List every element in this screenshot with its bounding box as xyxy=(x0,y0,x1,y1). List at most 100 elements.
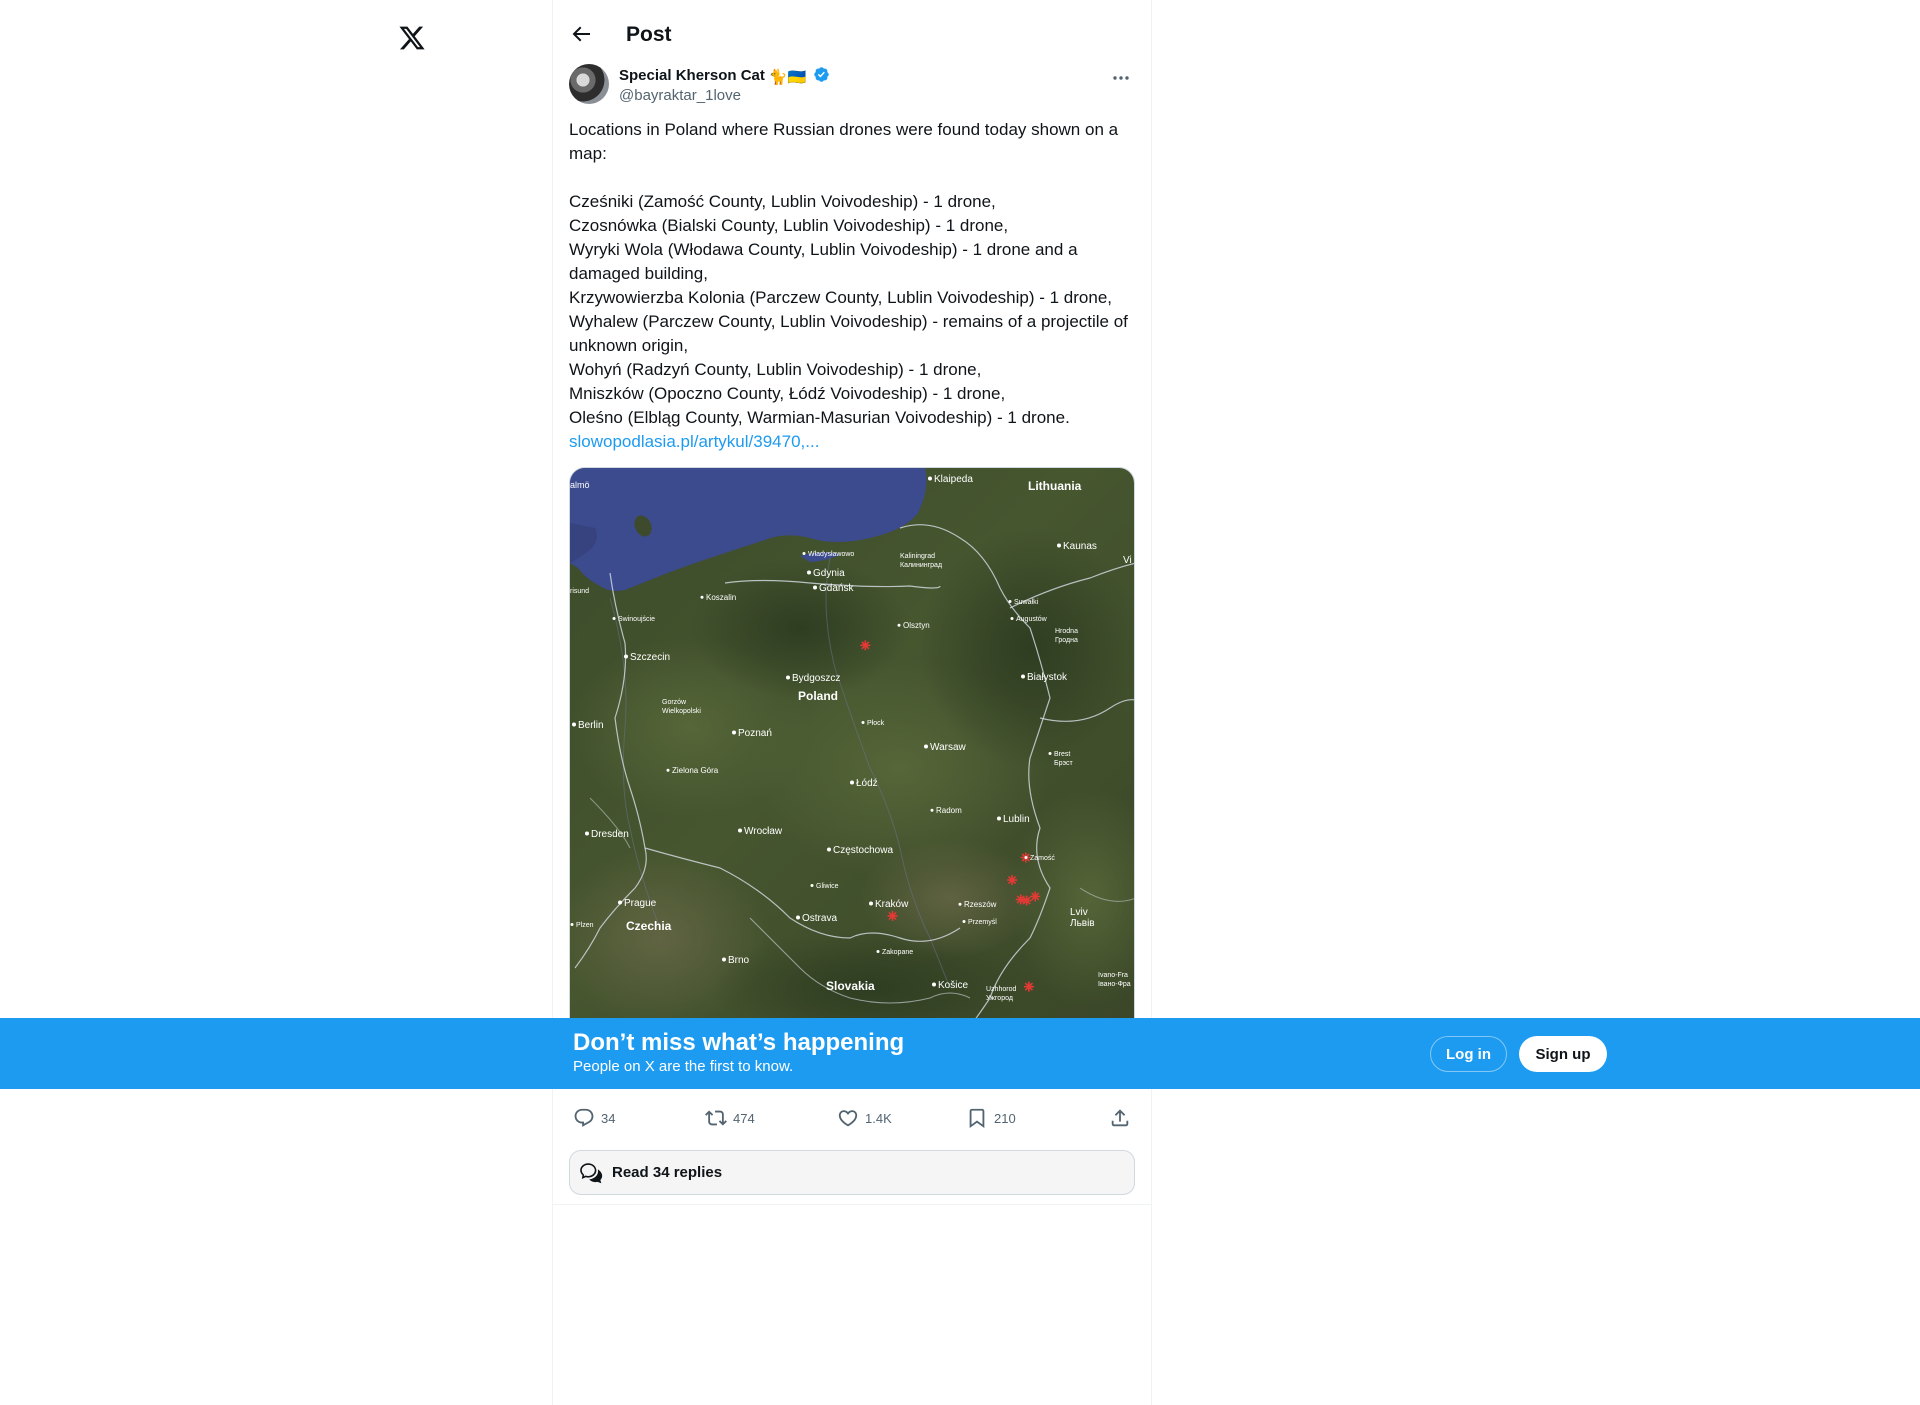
author-block: Special Kherson Cat 🐈🇺🇦 @bayraktar_1love xyxy=(569,64,1135,108)
map-label-gdansk: Gdańsk xyxy=(819,583,854,594)
map-label-klaipeda: Klaipeda xyxy=(934,474,973,485)
map-label-lithuania: Lithuania xyxy=(1028,479,1082,493)
map-label-warsaw: Warsaw xyxy=(930,742,967,753)
city-dot xyxy=(722,957,726,962)
map-label-kosice: Košice xyxy=(938,980,968,991)
city-dot xyxy=(876,950,880,954)
satellite-map: almö Klaipeda Lithuania Kaunas Vi Władysławow… xyxy=(570,468,1134,1036)
city-dot xyxy=(618,900,622,905)
author-name-emoji: 🐈🇺🇦 xyxy=(768,69,807,86)
map-label-przemysl: Przemyśl xyxy=(968,919,997,926)
drone-marker-wyhalew xyxy=(1021,895,1032,906)
bookmark-button[interactable]: 210 xyxy=(966,1103,1016,1133)
map-label-lublin: Lublin xyxy=(1003,814,1030,825)
drone-marker-wyryki xyxy=(1030,891,1041,902)
city-dot xyxy=(928,476,932,481)
city-dot xyxy=(570,923,574,927)
city-dot xyxy=(962,920,966,924)
map-label-krakow: Kraków xyxy=(875,899,909,910)
city-dot xyxy=(813,585,817,590)
map-label-trelleborg: risund xyxy=(570,588,589,595)
divider xyxy=(553,1204,1151,1205)
city-dot xyxy=(924,744,928,749)
read-replies-button[interactable]: Read 34 replies xyxy=(569,1150,1135,1195)
map-label-zakopane: Zakopane xyxy=(882,949,913,956)
map-label-uzhhorod_ua: Ужгород xyxy=(986,995,1013,1002)
map-label-gdynia: Gdynia xyxy=(813,568,845,579)
repost-count: 474 xyxy=(733,1110,755,1126)
map-label-brest: Brest xyxy=(1054,751,1070,758)
map-label-plock: Płock xyxy=(867,720,885,727)
like-count: 1.4K xyxy=(865,1110,892,1126)
city-dot xyxy=(997,816,1001,821)
map-label-olsztyn: Olsztyn xyxy=(903,621,930,630)
repost-icon xyxy=(705,1110,727,1126)
reply-button[interactable]: 34 xyxy=(573,1103,615,1133)
city-dot xyxy=(1010,617,1014,621)
map-label-radom: Radom xyxy=(936,806,962,815)
tweet-media-map[interactable]: almö Klaipeda Lithuania Kaunas Vi Władysławow… xyxy=(569,467,1135,1037)
bookmark-count: 210 xyxy=(994,1110,1016,1126)
map-label-kaliningrad_ru: Калининград xyxy=(900,562,942,569)
city-dot xyxy=(796,915,800,920)
city-dot xyxy=(1021,674,1025,679)
tweet-actions: 34 474 1.4K 210 xyxy=(569,1103,1135,1133)
x-logo-icon[interactable] xyxy=(398,24,426,52)
login-banner: Don’t miss what’s happening People on X … xyxy=(0,1018,1920,1089)
page: Post Special Kherson Cat 🐈🇺🇦 @bayraktar_1… xyxy=(0,0,1920,1405)
reply-icon xyxy=(574,1108,594,1127)
repost-button[interactable]: 474 xyxy=(705,1103,755,1133)
reply-count: 34 xyxy=(601,1110,616,1126)
avatar[interactable] xyxy=(569,64,609,104)
map-label-brno: Brno xyxy=(728,955,750,966)
share-button[interactable] xyxy=(1109,1103,1131,1133)
map-label-bialystok: Białystok xyxy=(1027,672,1068,683)
map-label-zamosc: Zamość xyxy=(1030,855,1055,862)
city-dot xyxy=(1057,543,1061,548)
like-button[interactable]: 1.4K xyxy=(837,1103,892,1133)
city-dot xyxy=(869,901,873,906)
map-label-lviv_ua: Львів xyxy=(1070,918,1095,929)
city-dot xyxy=(958,902,962,906)
city-dot xyxy=(810,884,814,888)
map-label-kaliningrad: Kaliningrad xyxy=(900,553,935,560)
city-dot xyxy=(786,675,790,680)
map-label-gliwice: Gliwice xyxy=(816,883,839,890)
map-label-gorzow: Gorzów xyxy=(662,699,687,706)
map-label-wroclaw: Wrocław xyxy=(744,826,783,837)
city-dot xyxy=(897,623,901,627)
drone-marker-oleśno xyxy=(860,640,871,651)
back-arrow-icon[interactable] xyxy=(569,22,593,46)
city-dot xyxy=(1008,600,1012,604)
map-label-ivano_ua: Івано-Фра xyxy=(1098,981,1131,988)
drone-marker-wohyń xyxy=(1007,875,1018,886)
city-dot xyxy=(585,831,589,836)
signup-button[interactable]: Sign up xyxy=(1519,1036,1607,1072)
city-dot xyxy=(700,595,704,599)
post-column: Post Special Kherson Cat 🐈🇺🇦 @bayraktar_1… xyxy=(552,0,1152,1405)
map-label-swinoujscie: Swinoujście xyxy=(618,616,655,623)
author-name-row[interactable]: Special Kherson Cat 🐈🇺🇦 xyxy=(619,66,830,86)
map-label-czechia: Czechia xyxy=(626,919,672,933)
tweet-link[interactable]: slowopodlasia.pl/artykul/39470,... xyxy=(569,430,819,454)
login-button[interactable]: Log in xyxy=(1430,1036,1507,1072)
post-header: Post xyxy=(553,0,1151,70)
bookmark-icon xyxy=(969,1108,985,1129)
city-dot xyxy=(572,722,576,727)
author-handle[interactable]: @bayraktar_1love xyxy=(619,87,741,104)
map-label-dresden: Dresden xyxy=(591,829,629,840)
city-dot xyxy=(850,780,854,785)
map-label-szczecin: Szczecin xyxy=(630,652,670,663)
map-label-rzeszow: Rzeszów xyxy=(964,900,997,909)
map-label-plzen: Plzen xyxy=(576,922,594,929)
city-dot xyxy=(612,617,616,621)
map-label-malmo: almö xyxy=(570,480,590,490)
city-dot xyxy=(932,982,936,987)
map-label-koszalin: Koszalin xyxy=(706,593,736,602)
map-label-hrodna_ru: Гродна xyxy=(1055,637,1078,644)
map-label-poland: Poland xyxy=(798,689,838,703)
author-display-name[interactable]: Special Kherson Cat xyxy=(619,67,765,84)
page-title: Post xyxy=(626,23,672,46)
map-label-wladyslawowo: Władysławowo xyxy=(808,551,854,558)
more-options-icon[interactable] xyxy=(1109,68,1133,88)
